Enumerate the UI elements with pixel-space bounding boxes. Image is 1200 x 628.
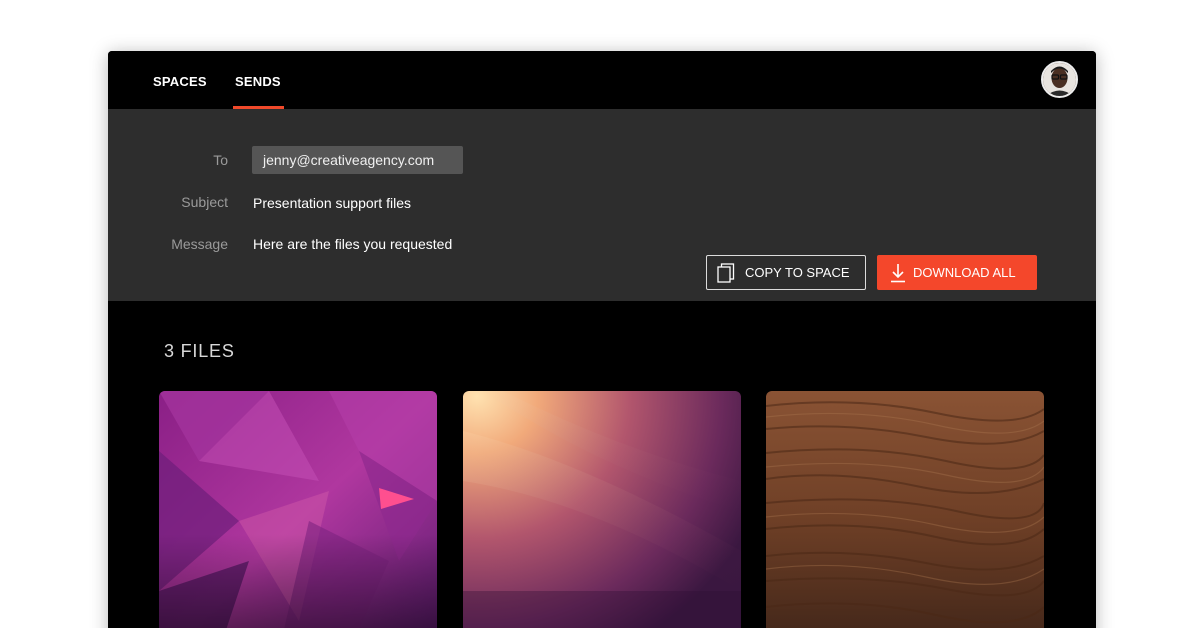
- copy-to-space-label: COPY TO SPACE: [745, 265, 850, 280]
- subject-label: Subject: [181, 194, 228, 210]
- message-value: Here are the files you requested: [253, 236, 453, 252]
- purple-geometric-image: [159, 391, 437, 628]
- tab-spaces[interactable]: SPACES: [153, 74, 207, 109]
- subject-value: Presentation support files: [253, 195, 411, 211]
- top-navigation-bar: SPACES SENDS: [108, 51, 1096, 109]
- message-label: Message: [171, 236, 228, 252]
- sunset-gradient-image: [463, 391, 741, 628]
- file-thumbnail-2[interactable]: [463, 391, 741, 628]
- copy-icon: [717, 262, 735, 283]
- copy-to-space-button[interactable]: COPY TO SPACE: [706, 255, 866, 290]
- file-thumbnail-1[interactable]: [159, 391, 437, 628]
- file-thumbnail-3[interactable]: [766, 391, 1044, 628]
- wood-texture-image: [766, 391, 1044, 628]
- download-icon: [891, 263, 905, 282]
- recipient-chip[interactable]: jenny@creativeagency.com: [252, 146, 463, 174]
- app-window: SPACES SENDS To jenny@creativeagency.com…: [108, 51, 1096, 628]
- avatar[interactable]: [1041, 61, 1078, 98]
- to-label: To: [213, 152, 228, 168]
- tab-sends[interactable]: SENDS: [233, 74, 284, 109]
- files-count-heading: 3 FILES: [164, 341, 235, 361]
- download-all-label: DOWNLOAD ALL: [913, 265, 1016, 280]
- send-details-panel: To jenny@creativeagency.com Subject Pres…: [108, 109, 1096, 301]
- download-all-button[interactable]: DOWNLOAD ALL: [877, 255, 1037, 290]
- user-photo: [1043, 63, 1076, 96]
